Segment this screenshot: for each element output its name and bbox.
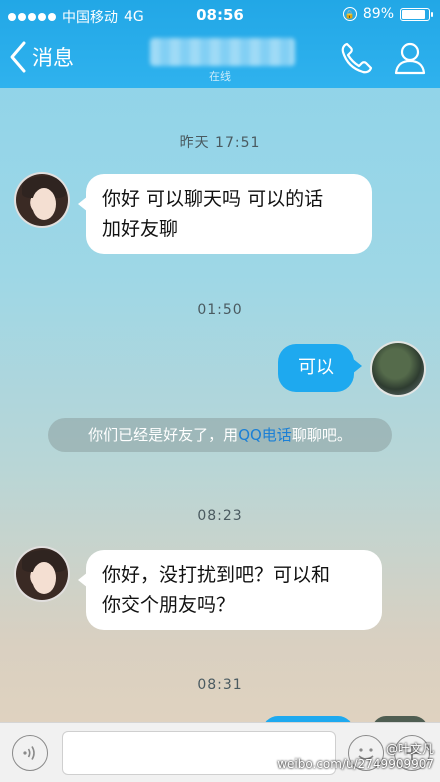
notice-text: 你们已经是好友了，用 xyxy=(88,426,239,444)
message-line: 你好 可以聊天吗 可以的话 xyxy=(102,188,324,210)
timestamp: 01:50 xyxy=(197,302,243,318)
watermark-line: @叶文凡 xyxy=(385,742,434,756)
timestamp: 08:23 xyxy=(197,508,243,524)
watermark: @叶文凡 weibo.com/u/2749909907 xyxy=(277,742,434,772)
message-line: 你好，没打扰到吧？可以和 xyxy=(102,564,331,586)
outgoing-message[interactable]: 可以 xyxy=(278,344,362,392)
contact-avatar[interactable] xyxy=(14,546,70,602)
battery-percent: 89% xyxy=(362,6,394,22)
phone-call-icon[interactable] xyxy=(338,40,374,76)
back-button[interactable]: 消息 xyxy=(8,40,74,74)
my-avatar[interactable] xyxy=(370,341,426,397)
message-text: 可以 xyxy=(298,357,334,378)
profile-icon[interactable] xyxy=(392,40,428,76)
contact-avatar[interactable] xyxy=(14,172,70,228)
timestamp: 08:31 xyxy=(197,677,243,693)
timestamp: 昨天 17:51 xyxy=(179,135,261,151)
notice-text-end: 聊聊吧。 xyxy=(291,426,352,444)
nav-bar: 消息 在线 xyxy=(0,30,440,88)
message-line: 你交个朋友吗？ xyxy=(102,594,236,616)
incoming-message[interactable]: 你好 可以聊天吗 可以的话 加好友聊 xyxy=(78,174,372,254)
status-right: 🔒 89% xyxy=(342,6,433,22)
top-bar: 中国移动 4G 08:56 🔒 89% 消息 在线 xyxy=(0,0,440,88)
status-bar: 中国移动 4G 08:56 🔒 89% xyxy=(0,0,440,30)
chevron-left-icon xyxy=(10,41,26,73)
watermark-line: weibo.com/u/2749909907 xyxy=(277,757,434,771)
voice-wave-icon xyxy=(23,746,35,760)
contact-name-blurred xyxy=(150,38,295,66)
battery-icon xyxy=(400,7,433,21)
system-notice: 你们已经是好友了，用QQ电话聊聊吧。 xyxy=(48,418,392,452)
voice-input-button[interactable] xyxy=(12,735,48,771)
qq-call-link[interactable]: QQ电话 xyxy=(238,426,292,444)
message-line: 加好友聊 xyxy=(102,218,179,240)
back-label: 消息 xyxy=(32,46,74,70)
contact-status: 在线 xyxy=(209,70,231,83)
incoming-message[interactable]: 你好，没打扰到吧？可以和 你交个朋友吗？ xyxy=(78,550,382,630)
rotation-lock-icon: 🔒 xyxy=(342,7,357,21)
